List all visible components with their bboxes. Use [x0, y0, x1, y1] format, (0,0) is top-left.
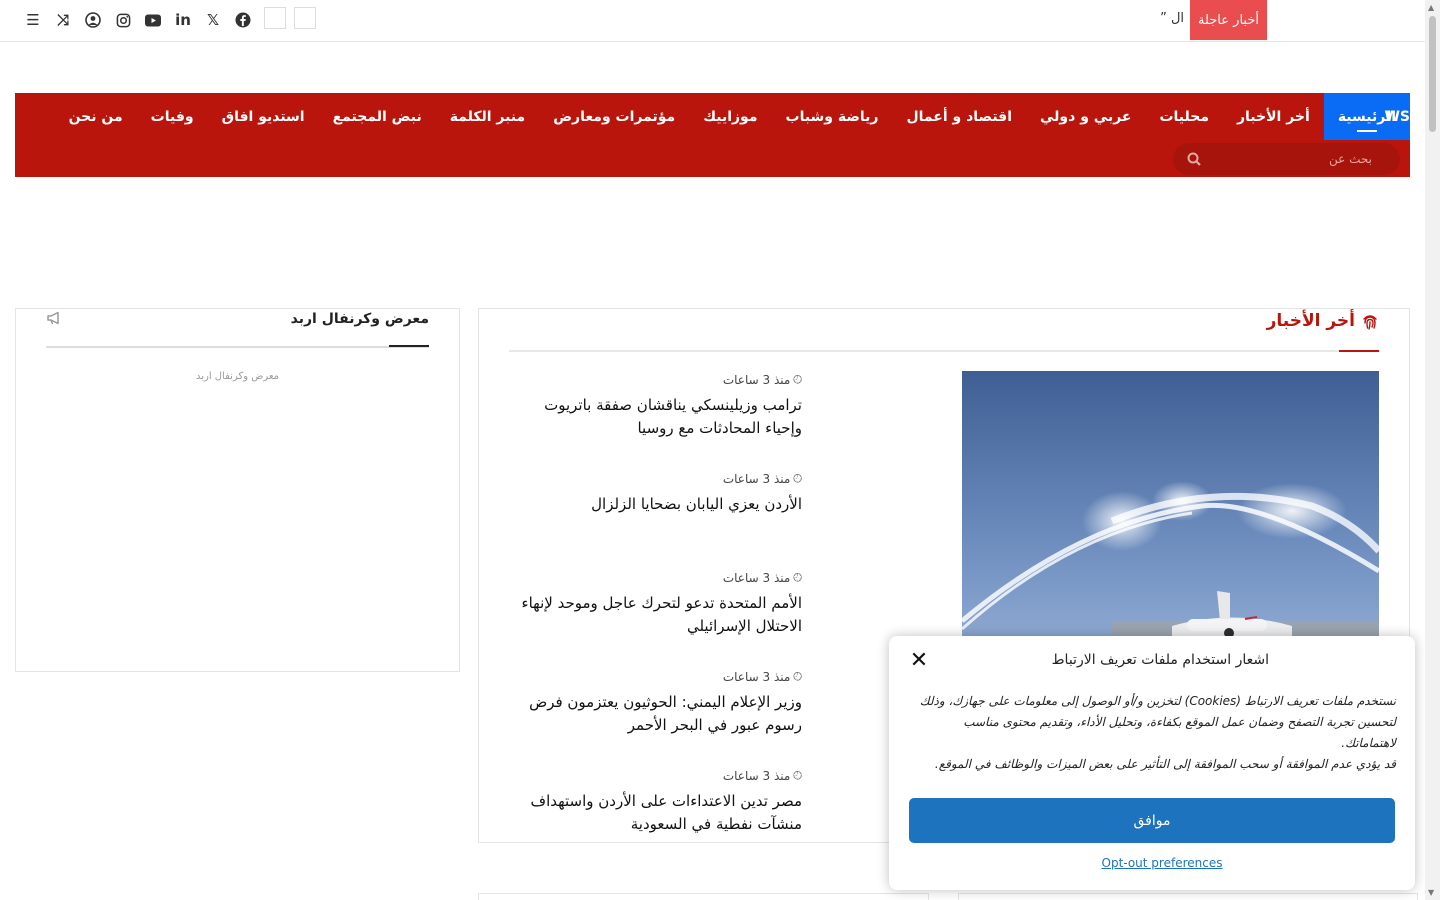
cookie-body-paragraph: نستخدم ملفات تعريف الارتباط (Cookies) لت… [919, 694, 1396, 750]
news-item-meta: منذ 3 ساعات 🕘︎ [509, 668, 802, 686]
instagram-icon[interactable] [108, 8, 138, 32]
widget-divider-accent [389, 345, 429, 347]
clock-icon: 🕘︎ [793, 571, 802, 584]
news-item-time: منذ 3 ساعات [722, 373, 791, 387]
page-scrollbar[interactable]: ▲ ▼ [1425, 0, 1440, 900]
close-icon[interactable]: ✕ [909, 650, 929, 672]
news-item-headline[interactable]: ترامب وزيلينسكي يناقشان صفقة باتريوت وإح… [509, 394, 802, 440]
placeholder-box [294, 7, 316, 29]
x-icon[interactable]: 𝕏 [198, 8, 228, 32]
content-card [958, 893, 1418, 900]
news-item-headline[interactable]: الأمم المتحدة تدعو لتحرك عاجل وموحد لإنه… [509, 592, 802, 638]
shuffle-icon[interactable]: ⤨ [48, 8, 78, 32]
clock-icon: 🕘︎ [793, 373, 802, 386]
news-item-meta: منذ 3 ساعات 🕘︎ [509, 767, 802, 785]
main-navigation: الرئيسية أخر الأخبار محليات عربي و دولي … [15, 93, 1410, 177]
user-icon[interactable] [78, 8, 108, 32]
news-item[interactable]: منذ 3 ساعات 🕘︎ الأردن يعزي اليابان بضحاي… [509, 470, 802, 516]
news-item[interactable]: منذ 3 ساعات 🕘︎ الأمم المتحدة تدعو لتحرك … [509, 569, 802, 638]
linkedin-icon[interactable]: in [168, 8, 198, 32]
clock-icon: 🕘︎ [793, 670, 802, 683]
search-box [1173, 143, 1400, 175]
cookie-body-paragraph: قد يؤدي عدم الموافقة أو سحب الموافقة إلى… [934, 757, 1396, 771]
news-item-time: منذ 3 ساعات [722, 670, 791, 684]
news-item-time: منذ 3 ساعات [722, 472, 791, 486]
widget-caption[interactable]: معرض وكرنفال اربد [46, 371, 429, 382]
facebook-icon[interactable] [228, 8, 258, 32]
fingerprint-icon [1361, 313, 1379, 335]
placeholder-box [264, 7, 286, 29]
cookie-dialog-body: نستخدم ملفات تعريف الارتباط (Cookies) لت… [911, 691, 1396, 775]
social-icons: ☰ ⤨ in 𝕏 [18, 8, 258, 32]
breaking-ticker-text[interactable]: ” ال [1150, 11, 1184, 26]
section-divider-accent [1339, 350, 1379, 352]
news-item[interactable]: منذ 3 ساعات 🕘︎ مصر تدين الاعتداءات على ا… [509, 767, 802, 836]
widget-divider [46, 346, 429, 348]
megaphone-icon [46, 311, 62, 329]
cookie-dialog-title: اشعار استخدام ملفات تعريف الارتباط [1051, 652, 1269, 668]
search-input[interactable] [1202, 149, 1372, 169]
widget-title: معرض وكرنفال اربد [290, 311, 429, 327]
top-bar: ☰ ⤨ in 𝕏 ” ال أخبار عاجلة [0, 0, 1425, 42]
news-item-meta: منذ 3 ساعات 🕘︎ [509, 371, 802, 389]
clock-icon: 🕘︎ [793, 769, 802, 782]
menu-icon[interactable]: ☰ [18, 8, 48, 32]
news-item-headline[interactable]: مصر تدين الاعتداءات على الأردن واستهداف … [509, 790, 802, 836]
nav-item-overflow[interactable]: WS [15, 93, 1410, 140]
scroll-down-icon[interactable]: ▼ [1428, 888, 1434, 897]
news-item-headline[interactable]: وزير الإعلام اليمني: الحوثيون يعتزمون فر… [509, 691, 802, 737]
scrollbar-thumb[interactable] [1429, 16, 1436, 132]
scroll-up-icon[interactable]: ▲ [1428, 3, 1434, 12]
cookie-consent-dialog: ✕ اشعار استخدام ملفات تعريف الارتباط نست… [889, 636, 1415, 890]
news-item[interactable]: منذ 3 ساعات 🕘︎ وزير الإعلام اليمني: الحو… [509, 668, 802, 737]
sidebar-widget: معرض وكرنفال اربد معرض وكرنفال اربد [15, 308, 460, 672]
clock-icon: 🕘︎ [793, 472, 802, 485]
content-card [478, 893, 929, 900]
opt-out-preferences-link[interactable]: Opt-out preferences [889, 856, 1435, 870]
news-item-meta: منذ 3 ساعات 🕘︎ [509, 569, 802, 587]
section-title[interactable]: أخر الأخبار [1267, 311, 1355, 331]
news-item-meta: منذ 3 ساعات 🕘︎ [509, 470, 802, 488]
news-item-headline[interactable]: الأردن يعزي اليابان بضحايا الزلزال [509, 493, 802, 516]
accept-cookies-button[interactable]: موافق [909, 798, 1395, 843]
news-item-time: منذ 3 ساعات [722, 769, 791, 783]
breaking-news-badge: أخبار عاجلة [1190, 0, 1267, 40]
news-item-time: منذ 3 ساعات [722, 571, 791, 585]
youtube-icon[interactable] [138, 8, 168, 32]
section-divider [509, 350, 1380, 352]
news-item[interactable]: منذ 3 ساعات 🕘︎ ترامب وزيلينسكي يناقشان ص… [509, 371, 802, 440]
search-icon[interactable] [1187, 149, 1203, 169]
featured-image[interactable] [962, 371, 1379, 641]
